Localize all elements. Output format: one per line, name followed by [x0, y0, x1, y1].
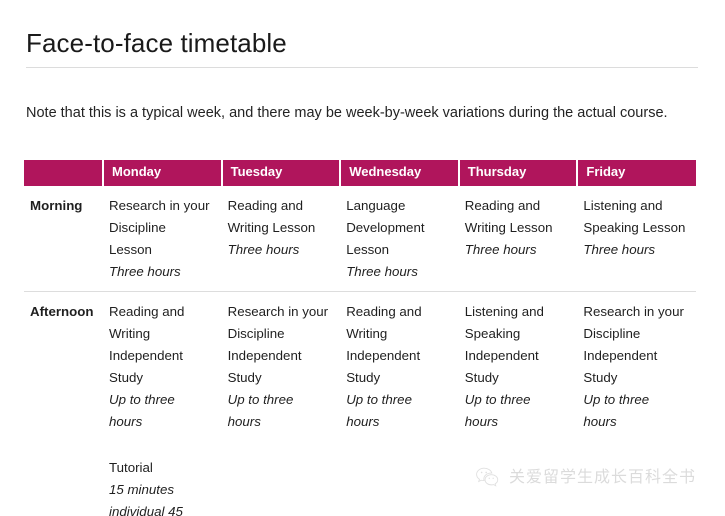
activity-text: Listening and Speaking Independent Study	[464, 304, 544, 385]
cell-afternoon-thursday: Listening and Speaking Independent Study…	[458, 291, 578, 516]
cell-morning-wednesday: Language Development Lesson Three hours	[340, 186, 459, 292]
cell-morning-tuesday: Reading and Writing Lesson Three hours	[221, 186, 341, 292]
activity-text: Language Development Lesson	[346, 198, 425, 257]
activity-text: Listening and Speaking Lesson	[583, 198, 686, 235]
cell-morning-friday: Listening and Speaking Lesson Three hour…	[577, 186, 696, 292]
table-row-morning: Morning Research in your Discipline Less…	[24, 186, 696, 292]
document-page: Face-to-face timetable Note that this is…	[0, 0, 725, 516]
column-header-wednesday: Wednesday	[340, 160, 460, 186]
header-corner	[24, 160, 104, 186]
activity-text: Research in your Discipline Independent …	[227, 304, 329, 385]
column-header-friday: Friday	[577, 160, 696, 186]
duration-text: Up to three hours	[583, 392, 650, 429]
cell-afternoon-friday: Research in your Discipline Independent …	[577, 291, 696, 516]
row-label-morning: Morning	[24, 186, 103, 292]
timetable-body: Morning Research in your Discipline Less…	[24, 186, 696, 516]
activity-text: Reading and Writing Lesson	[227, 198, 316, 235]
column-header-monday: Monday	[103, 160, 223, 186]
tutorial-block: Tutorial 15 minutes individual 45 minute…	[109, 457, 212, 516]
cell-afternoon-tuesday: Research in your Discipline Independent …	[221, 291, 341, 516]
activity-text: Research in your Discipline Lesson	[109, 198, 210, 257]
tutorial-title: Tutorial	[109, 460, 153, 475]
activity-text: Research in your Discipline Independent …	[583, 304, 684, 385]
cell-morning-monday: Research in your Discipline Lesson Three…	[103, 186, 222, 292]
activity-block: Reading and Writing Independent Study Up…	[109, 301, 212, 433]
tutorial-duration: 15 minutes individual 45 minutes group	[109, 482, 183, 516]
activity-text: Reading and Writing Lesson	[464, 198, 553, 235]
timetable-header: Monday Tuesday Wednesday Thursday Friday	[24, 160, 696, 186]
timetable: Monday Tuesday Wednesday Thursday Friday…	[24, 160, 696, 516]
duration-text: Up to three hours	[464, 392, 531, 429]
duration-text: Three hours	[464, 242, 537, 257]
header-row: Monday Tuesday Wednesday Thursday Friday	[24, 160, 696, 186]
duration-text: Up to three hours	[227, 392, 294, 429]
duration-text: Three hours	[227, 242, 300, 257]
page-title: Face-to-face timetable	[26, 28, 287, 59]
table-row-afternoon: Afternoon Reading and Writing Independen…	[24, 291, 696, 516]
duration-text: Up to three hours	[109, 392, 175, 429]
duration-text: Up to three hours	[346, 392, 412, 429]
duration-text: Three hours	[583, 242, 656, 257]
row-label-afternoon: Afternoon	[24, 291, 103, 516]
cell-afternoon-monday: Reading and Writing Independent Study Up…	[103, 291, 222, 516]
activity-text: Reading and Writing Independent Study	[109, 304, 185, 385]
cell-morning-thursday: Reading and Writing Lesson Three hours	[458, 186, 578, 292]
column-header-tuesday: Tuesday	[221, 160, 342, 186]
intro-note: Note that this is a typical week, and th…	[26, 104, 668, 121]
cell-afternoon-wednesday: Reading and Writing Independent Study Up…	[340, 291, 459, 516]
column-header-thursday: Thursday	[458, 160, 579, 186]
duration-text: Three hours	[346, 264, 418, 279]
duration-text: Three hours	[109, 264, 181, 279]
activity-text: Reading and Writing Independent Study	[346, 304, 422, 385]
title-divider	[26, 67, 698, 68]
